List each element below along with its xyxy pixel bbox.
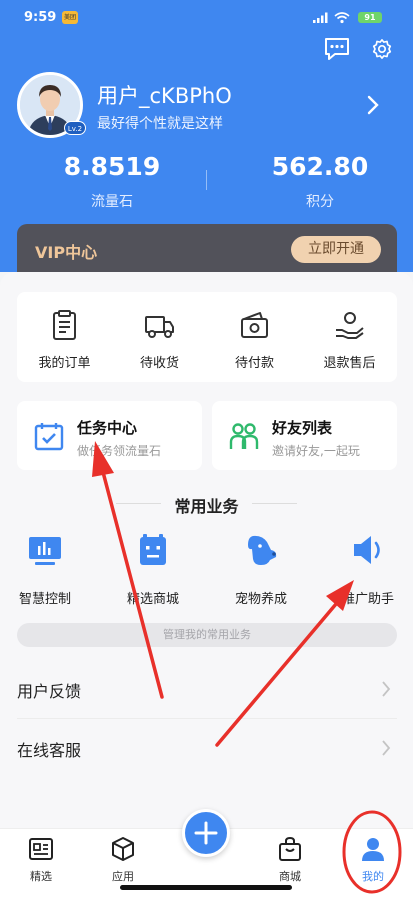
- feedback-row[interactable]: 用户反馈: [17, 659, 397, 719]
- points-label: 积分: [306, 194, 334, 210]
- plus-icon: [194, 821, 218, 845]
- to-receive-button[interactable]: 待收货: [112, 292, 207, 382]
- status-time: 9:59: [24, 10, 57, 25]
- tab-apps-label: 应用: [112, 870, 134, 883]
- smart-control-label: 智慧控制: [18, 592, 71, 607]
- truck-icon: [145, 316, 174, 338]
- online-service-row[interactable]: 在线客服: [17, 718, 397, 778]
- wifi-icon: [334, 12, 350, 24]
- app-notification-badge: 美团: [62, 11, 78, 24]
- section-divider-right: [252, 503, 297, 504]
- online-service-label: 在线客服: [17, 741, 82, 760]
- profile-signature: 最好得个性就是这样: [97, 116, 223, 132]
- calendar-check-icon: [34, 423, 64, 451]
- signal-icon: [313, 12, 328, 23]
- tab-mall-label: 商城: [279, 870, 301, 883]
- refund-label: 退款售后: [323, 356, 376, 371]
- pet-raising-label: 宠物养成: [234, 592, 287, 607]
- to-receive-label: 待收货: [139, 356, 179, 371]
- refund-hand-icon: [336, 312, 364, 339]
- promotion-assistant-button[interactable]: 推广助手: [323, 532, 413, 612]
- friends-list-subtitle: 邀请好友,一起玩: [272, 444, 360, 458]
- stats-divider: [206, 170, 207, 190]
- featured-mall-label: 精选商城: [126, 592, 179, 607]
- tab-mine[interactable]: 我的: [333, 829, 413, 899]
- tab-featured[interactable]: 精选: [1, 829, 81, 899]
- gear-icon[interactable]: [371, 36, 393, 62]
- traffic-stone-label: 流量石: [91, 194, 133, 210]
- friends-list-title: 好友列表: [272, 419, 333, 437]
- vip-open-button[interactable]: 立即开通: [291, 236, 381, 263]
- username: 用户_cKBPhO: [97, 84, 232, 108]
- smart-control-button[interactable]: 智慧控制: [0, 532, 90, 612]
- my-orders-button[interactable]: 我的订单: [17, 292, 112, 382]
- friends-icon: [229, 423, 259, 449]
- manage-business-button[interactable]: 管理我的常用业务: [17, 623, 397, 647]
- orders-panel: 我的订单 待收货 待付款 退款售后: [17, 292, 397, 382]
- chevron-right-icon: [382, 740, 391, 756]
- monitor-chart-icon: [29, 537, 61, 565]
- refund-button[interactable]: 退款售后: [302, 292, 397, 382]
- home-indicator: [120, 885, 292, 890]
- person-icon: [362, 838, 384, 861]
- task-center-subtitle: 做任务领流量石: [77, 444, 162, 458]
- battery-indicator: 91: [358, 12, 382, 23]
- tab-featured-label: 精选: [30, 870, 52, 883]
- message-icon[interactable]: [323, 36, 351, 62]
- my-orders-label: 我的订单: [38, 356, 91, 371]
- vip-title: VIP中心: [35, 243, 98, 262]
- task-center-title: 任务中心: [77, 419, 138, 437]
- vip-banner[interactable]: VIP中心 立即开通: [17, 224, 397, 274]
- chevron-right-icon[interactable]: [366, 94, 380, 116]
- tab-mine-label: 我的: [362, 870, 384, 883]
- shopping-bag-icon: [279, 836, 301, 861]
- featured-mall-button[interactable]: 精选商城: [108, 532, 198, 612]
- friends-list-card[interactable]: 好友列表 邀请好友,一起玩: [212, 401, 397, 470]
- promotion-assistant-label: 推广助手: [341, 592, 394, 607]
- pet-raising-button[interactable]: 宠物养成: [216, 532, 306, 612]
- to-pay-label: 待付款: [234, 356, 274, 371]
- level-badge: Lv.2: [64, 121, 86, 135]
- robot-shop-icon: [140, 534, 166, 565]
- cube-icon: [112, 837, 134, 861]
- status-bar: 9:59 美团 91: [0, 0, 413, 36]
- task-center-card[interactable]: 任务中心 做任务领流量石: [17, 401, 202, 470]
- speaker-icon: [354, 536, 380, 564]
- points-value[interactable]: 562.80: [240, 152, 400, 181]
- to-pay-button[interactable]: 待付款: [207, 292, 302, 382]
- add-fab-button[interactable]: [182, 809, 230, 857]
- dog-icon: [248, 535, 277, 565]
- chevron-right-icon: [382, 681, 391, 697]
- common-business-title: 常用业务: [174, 497, 239, 516]
- clipboard-icon: [53, 310, 76, 340]
- wallet-icon: [241, 312, 268, 338]
- feedback-label: 用户反馈: [17, 682, 82, 701]
- newspaper-icon: [29, 838, 53, 860]
- traffic-stone-value[interactable]: 8.8519: [32, 152, 192, 181]
